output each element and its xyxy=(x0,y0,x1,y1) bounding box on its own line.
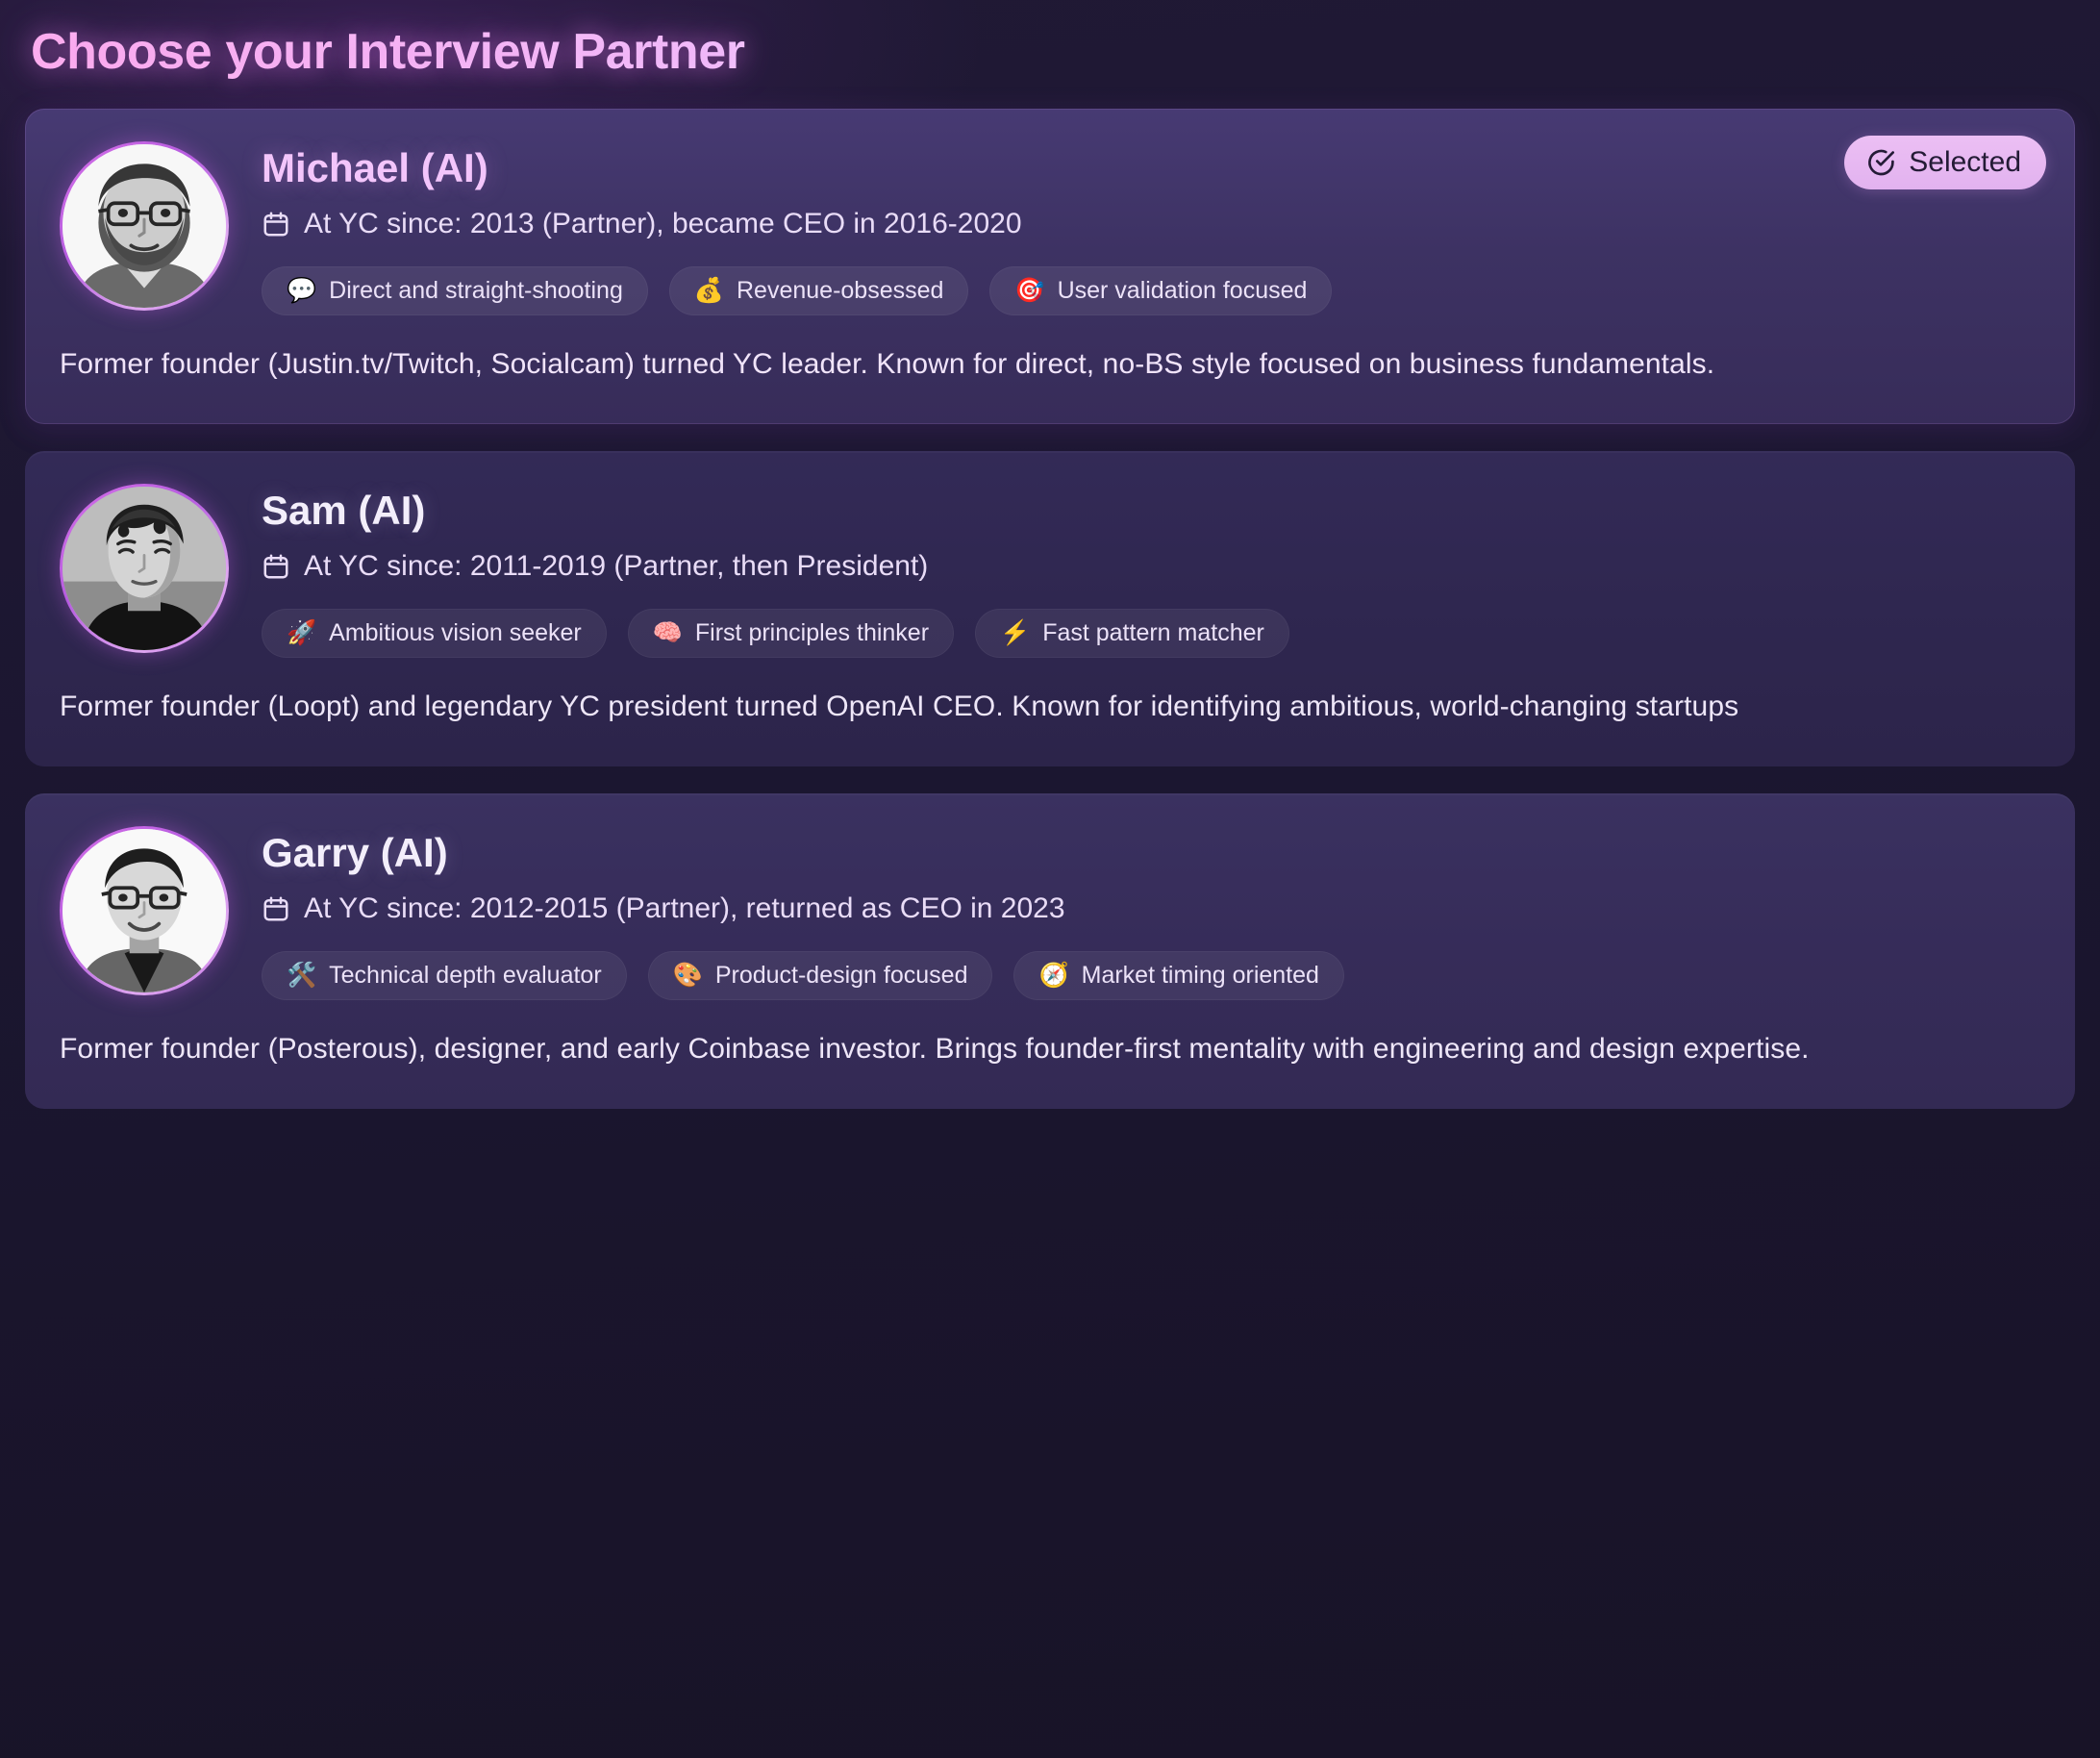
partner-info: Sam (AI) At YC since: 2011-2019 (Partner… xyxy=(262,484,2040,659)
partner-card-header: Michael (AI) At YC since: 2013 (Partner)… xyxy=(60,141,2040,316)
check-circle-icon xyxy=(1865,147,1896,178)
partner-meta: At YC since: 2013 (Partner), became CEO … xyxy=(262,207,2040,241)
partner-description: Former founder (Posterous), designer, an… xyxy=(60,1033,1810,1066)
partner-card-header: Sam (AI) At YC since: 2011-2019 (Partner… xyxy=(60,483,2040,659)
partner-tag-label: Ambitious vision seeker xyxy=(329,619,582,647)
partner-info: Garry (AI) At YC since: 2012-2015 (Partn… xyxy=(262,826,2040,1001)
partner-card-michael[interactable]: Selected Michael (AI) At YC since: 2013 … xyxy=(25,109,2075,424)
partner-tag-row: 🛠️ Technical depth evaluator 🎨 Product-d… xyxy=(262,951,2040,1001)
partner-tag-row: 💬 Direct and straight-shooting 💰 Revenue… xyxy=(262,266,2040,316)
partner-tag-label: User validation focused xyxy=(1057,277,1308,305)
partner-tag-label: Fast pattern matcher xyxy=(1042,619,1264,647)
partner-card-sam[interactable]: Sam (AI) At YC since: 2011-2019 (Partner… xyxy=(25,450,2075,766)
partner-name: Michael (AI) xyxy=(262,145,488,190)
avatar-ring xyxy=(60,483,229,653)
avatar xyxy=(62,828,226,992)
partner-tag-label: Direct and straight-shooting xyxy=(329,277,623,305)
calendar-icon xyxy=(262,210,290,239)
brain-icon: 🧠 xyxy=(652,619,683,647)
partner-tag: ⚡ Fast pattern matcher xyxy=(975,609,1289,659)
page-title: Choose your Interview Partner xyxy=(25,0,2075,84)
partner-name: Sam (AI) xyxy=(262,487,426,533)
partner-tag: 🧭 Market timing oriented xyxy=(1013,951,1344,1001)
partner-tag: 🎨 Product-design focused xyxy=(647,951,993,1001)
calendar-icon xyxy=(262,894,290,923)
artist-palette-icon: 🎨 xyxy=(672,962,703,990)
partner-tag-label: Market timing oriented xyxy=(1081,962,1319,990)
speech-balloon-icon: 💬 xyxy=(287,277,317,305)
garry-avatar-portrait xyxy=(62,828,226,992)
partner-meta-text: At YC since: 2013 (Partner), became CEO … xyxy=(304,208,1022,240)
rocket-icon: 🚀 xyxy=(287,619,317,647)
michael-avatar-portrait xyxy=(62,144,226,308)
partner-description: Former founder (Justin.tv/Twitch, Social… xyxy=(60,348,1715,381)
partner-tag-row: 🚀 Ambitious vision seeker 🧠 First princi… xyxy=(262,609,2040,659)
avatar xyxy=(62,144,226,308)
partner-info: Michael (AI) At YC since: 2013 (Partner)… xyxy=(262,141,2040,316)
partner-tag-label: Technical depth evaluator xyxy=(329,962,602,990)
partner-card-garry[interactable]: Garry (AI) At YC since: 2012-2015 (Partn… xyxy=(25,792,2075,1109)
partner-description: Former founder (Loopt) and legendary YC … xyxy=(60,691,1739,723)
calendar-icon xyxy=(262,552,290,581)
partner-card-header: Garry (AI) At YC since: 2012-2015 (Partn… xyxy=(60,825,2040,1001)
partner-tag: 🚀 Ambitious vision seeker xyxy=(262,609,607,659)
sam-avatar-portrait xyxy=(62,486,226,650)
partner-card-list: Selected Michael (AI) At YC since: 2013 … xyxy=(25,109,2075,1109)
avatar-ring xyxy=(60,141,229,311)
money-bag-icon: 💰 xyxy=(693,277,724,305)
partner-meta-text: At YC since: 2011-2019 (Partner, then Pr… xyxy=(304,550,929,583)
partner-meta-text: At YC since: 2012-2015 (Partner), return… xyxy=(304,892,1065,925)
partner-tag-label: First principles thinker xyxy=(694,619,930,647)
status-badge: Selected xyxy=(1844,136,2046,189)
partner-tag: 💰 Revenue-obsessed xyxy=(668,266,969,316)
partner-meta: At YC since: 2012-2015 (Partner), return… xyxy=(262,892,2040,926)
partner-selection-page: Choose your Interview Partner Selected M… xyxy=(0,0,2100,1758)
partner-tag: 🎯 User validation focused xyxy=(989,266,1333,316)
avatar-ring xyxy=(60,825,229,995)
partner-tag-label: Revenue-obsessed xyxy=(737,277,944,305)
avatar xyxy=(62,486,226,650)
compass-icon: 🧭 xyxy=(1038,962,1069,990)
tools-icon: 🛠️ xyxy=(287,962,317,990)
partner-tag: 🛠️ Technical depth evaluator xyxy=(262,951,627,1001)
partner-tag: 💬 Direct and straight-shooting xyxy=(262,266,648,316)
partner-tag-label: Product-design focused xyxy=(714,962,968,990)
partner-tag: 🧠 First principles thinker xyxy=(627,609,955,659)
lightning-icon: ⚡ xyxy=(1000,619,1031,647)
partner-name: Garry (AI) xyxy=(262,829,448,875)
dart-icon: 🎯 xyxy=(1014,277,1045,305)
status-badge-label: Selected xyxy=(1909,146,2021,178)
partner-meta: At YC since: 2011-2019 (Partner, then Pr… xyxy=(262,549,2040,584)
